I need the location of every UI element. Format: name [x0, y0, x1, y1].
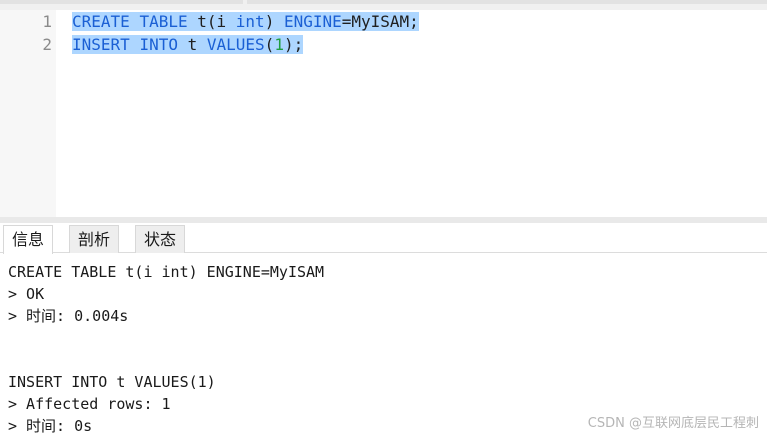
tab-status[interactable]: 状态 [135, 225, 186, 253]
code-line-1[interactable]: CREATE TABLE t(i int) ENGINE=MyISAM; [72, 10, 419, 33]
output-line: > 时间: 0.004s [8, 307, 129, 325]
line-number-gutter: 1 2 [0, 10, 56, 217]
number-token: 1 [274, 35, 284, 54]
message-output-panel: CREATE TABLE t(i int) ENGINE=MyISAM > OK… [0, 254, 767, 438]
output-line: > Affected rows: 1 [8, 395, 171, 413]
tab-profile[interactable]: 剖析 [69, 225, 120, 253]
sql-editor[interactable]: 1 2 CREATE TABLE t(i int) ENGINE=MyISAM;… [0, 10, 767, 217]
tab-message[interactable]: 信息 [3, 225, 54, 254]
keyword-token: int [235, 12, 265, 31]
watermark: CSDN @互联网底层民工程刺 [587, 416, 759, 431]
code-token: ); [283, 35, 304, 54]
code-token: ) [264, 12, 284, 31]
top-strip-segment [247, 0, 767, 4]
result-tab-bar: 信息 剖析 状态 [0, 223, 767, 254]
keyword-token: VALUES [206, 35, 265, 54]
window-top-strip [0, 0, 767, 10]
keyword-token: INSERT [72, 35, 130, 54]
code-token: ( [264, 35, 275, 54]
keyword-token: TABLE [139, 12, 188, 31]
code-token: t [177, 35, 207, 54]
code-token: =MyISAM; [341, 12, 419, 31]
line-number: 1 [42, 12, 52, 31]
keyword-token: INTO [139, 35, 178, 54]
output-line: > 时间: 0s [8, 417, 93, 435]
keyword-token: ENGINE [283, 12, 342, 31]
line-number: 2 [42, 35, 52, 54]
keyword-token: CREATE [72, 12, 130, 31]
output-line: > OK [8, 285, 45, 303]
top-strip-segment [0, 0, 243, 4]
output-line: INSERT INTO t VALUES(1) [8, 373, 216, 391]
code-token: t(i [187, 12, 236, 31]
output-line: CREATE TABLE t(i int) ENGINE=MyISAM [8, 263, 325, 281]
code-line-2[interactable]: INSERT INTO t VALUES(1); [72, 33, 304, 56]
